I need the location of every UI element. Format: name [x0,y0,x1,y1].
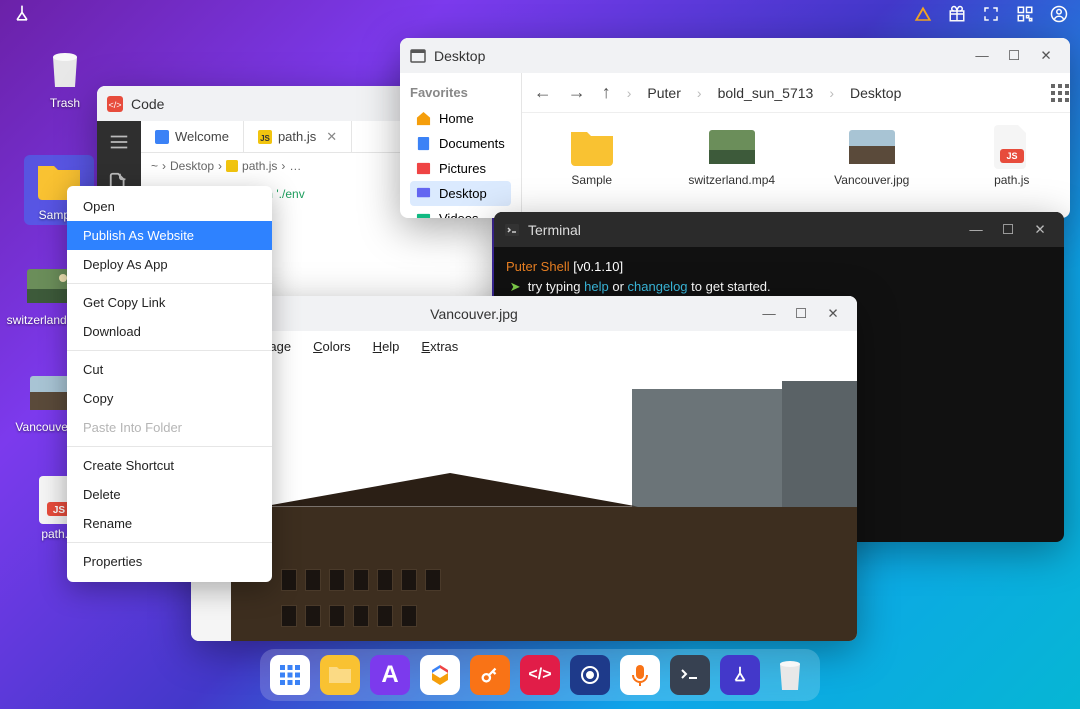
close-button[interactable]: ✕ [819,303,847,325]
context-item[interactable]: Download [67,317,272,346]
code-app-icon: </> [107,96,123,112]
minimize-button[interactable]: — [968,45,996,67]
svg-text:JS: JS [1006,151,1017,161]
file-item-sample[interactable]: Sample [542,127,642,204]
tab-label: path.js [278,129,316,144]
dock-code[interactable]: </> [520,655,560,695]
terminal-title: Terminal [528,222,581,238]
tab-pathjs[interactable]: JS path.js ✕ [244,121,352,152]
close-button[interactable]: ✕ [1026,219,1054,241]
context-item[interactable]: Copy [67,384,272,413]
sidebar-item-home[interactable]: Home [410,106,511,131]
imageviewer-titlebar[interactable]: Vancouver.jpg — ☐ ✕ [191,296,857,331]
dock-font[interactable]: A [370,655,410,695]
close-icon[interactable]: ✕ [326,129,337,145]
file-item-pathjs[interactable]: JSpath.js [962,127,1062,204]
file-item-switzerland[interactable]: switzerland.mp4 [682,127,782,204]
context-item[interactable]: Delete [67,480,272,509]
breadcrumb-item[interactable]: Desktop [850,85,901,101]
dock-eye[interactable] [570,655,610,695]
imageviewer-window: Vancouver.jpg — ☐ ✕ View Image Colors He… [191,296,857,641]
dock-key[interactable] [470,655,510,695]
fm-sidebar: Favorites Home Documents Pictures Deskto… [400,73,522,218]
dock-3d[interactable] [420,655,460,695]
terminal-app-icon [504,222,520,238]
js-icon [226,160,238,172]
gift-icon[interactable] [948,5,966,23]
desktop-icon-label: Trash [50,96,80,110]
logo-icon[interactable] [12,4,32,24]
dock-files[interactable] [320,655,360,695]
filemanager-window: Desktop — ☐ ✕ Favorites Home Documents P… [400,38,1070,218]
context-item: Paste Into Folder [67,413,272,442]
top-menubar [0,0,1080,28]
dock-mic[interactable] [620,655,660,695]
window-app-icon [410,48,426,64]
image-canvas[interactable] [231,361,857,641]
close-button[interactable]: ✕ [1032,45,1060,67]
desktop-icon-trash[interactable]: Trash [30,46,100,110]
menu-colors[interactable]: Colors [313,339,351,354]
context-item[interactable]: Properties [67,547,272,576]
user-icon[interactable] [1050,5,1068,23]
breadcrumb-item[interactable]: bold_sun_5713 [718,85,814,101]
sidebar-item-desktop[interactable]: Desktop [410,181,511,206]
dock-terminal[interactable] [670,655,710,695]
svg-text:JS: JS [53,505,66,516]
js-icon: JS [258,130,272,144]
maximize-button[interactable]: ☐ [1000,45,1028,67]
breadcrumb-item[interactable]: Puter [647,85,680,101]
menu-extras[interactable]: Extras [421,339,458,354]
context-item[interactable]: Cut [67,355,272,384]
imageviewer-menubar: View Image Colors Help Extras [191,331,857,361]
fullscreen-icon[interactable] [982,5,1000,23]
warning-icon[interactable] [914,5,932,23]
back-button[interactable]: ← [534,82,552,103]
dock-logo[interactable] [720,655,760,695]
grid-view-icon[interactable] [1050,83,1070,103]
fm-title: Desktop [434,48,485,64]
tab-label: Welcome [175,129,229,144]
svg-text:JS: JS [260,134,270,143]
up-button[interactable]: ↑ [602,82,611,103]
context-item[interactable]: Rename [67,509,272,538]
fm-toolbar: ← → ↑ › Puter › bold_sun_5713 › Desktop [522,73,1070,113]
fm-file-grid: Sample switzerland.mp4 Vancouver.jpg JSp… [522,113,1070,218]
menu-icon[interactable] [108,131,130,153]
tab-welcome[interactable]: Welcome [141,121,244,152]
welcome-icon [155,130,169,144]
svg-text:</>: </> [108,100,121,110]
dock-apps[interactable] [270,655,310,695]
dock: A </> [260,649,820,701]
context-item[interactable]: Create Shortcut [67,451,272,480]
dock-trash[interactable] [770,655,810,695]
context-item[interactable]: Open [67,192,272,221]
favorites-header: Favorites [410,85,511,100]
context-item[interactable]: Publish As Website [67,221,272,250]
context-item[interactable]: Deploy As App [67,250,272,279]
maximize-button[interactable]: ☐ [787,303,815,325]
qr-icon[interactable] [1016,5,1034,23]
minimize-button[interactable]: — [755,303,783,325]
file-item-vancouver[interactable]: Vancouver.jpg [822,127,922,204]
terminal-titlebar[interactable]: Terminal — ☐ ✕ [494,212,1064,247]
code-title: Code [131,96,164,112]
menu-help[interactable]: Help [373,339,400,354]
minimize-button[interactable]: — [962,219,990,241]
context-item[interactable]: Get Copy Link [67,288,272,317]
maximize-button[interactable]: ☐ [994,219,1022,241]
sidebar-item-pictures[interactable]: Pictures [410,156,511,181]
forward-button[interactable]: → [568,82,586,103]
context-menu: OpenPublish As WebsiteDeploy As App Get C… [67,186,272,582]
sidebar-item-documents[interactable]: Documents [410,131,511,156]
imageviewer-title: Vancouver.jpg [201,306,747,322]
fm-titlebar[interactable]: Desktop — ☐ ✕ [400,38,1070,73]
